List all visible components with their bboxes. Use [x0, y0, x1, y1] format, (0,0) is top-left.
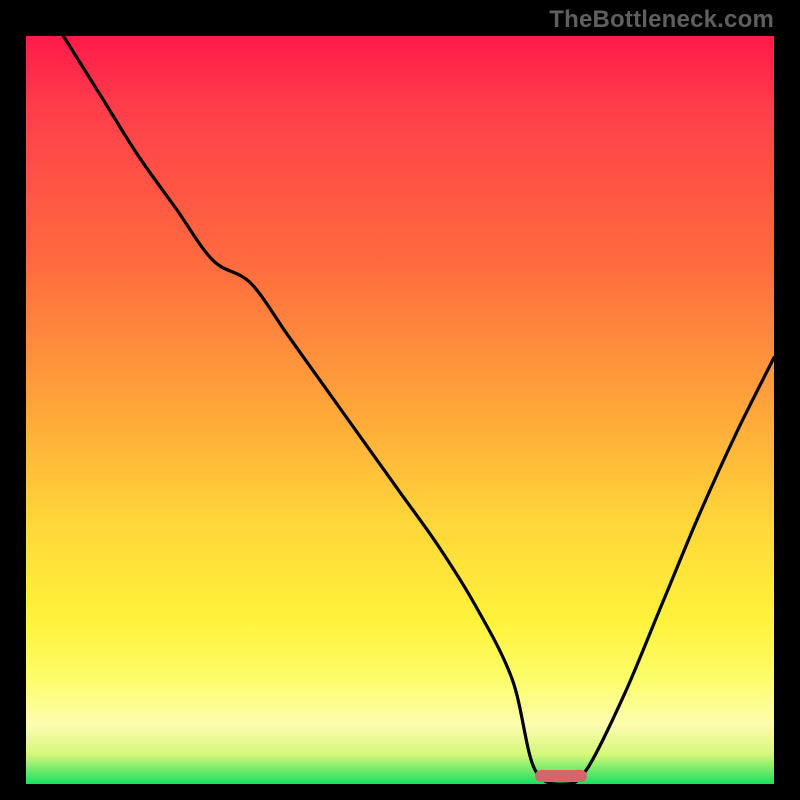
gradient-rect: [26, 36, 774, 784]
optimal-range-marker: [535, 770, 587, 782]
chart-frame: [26, 36, 774, 784]
chart-background-gradient: [26, 36, 774, 784]
watermark-text: TheBottleneck.com: [549, 6, 774, 34]
